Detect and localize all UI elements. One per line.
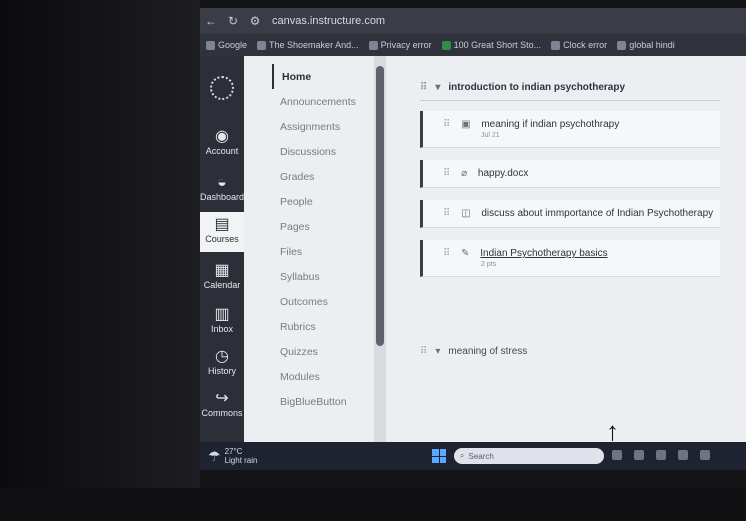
task-view-icon[interactable] (612, 450, 622, 460)
file-explorer-icon[interactable] (634, 450, 644, 460)
module-item-quiz[interactable]: ⠿ ✎ Indian Psychotherapy basics 2 pts (420, 240, 720, 277)
discussion-icon: ◫ (461, 208, 471, 219)
course-nav-modules[interactable]: Modules (272, 364, 390, 389)
module-item-assignment[interactable]: ⠿ ▣ meaning if indian psychothrapy Jul 2… (420, 111, 720, 148)
course-page: Home Announcements⊘ Assignments Discussi… (244, 56, 746, 442)
course-nav-quizzes[interactable]: Quizzes (272, 339, 390, 364)
taskbar-search-input[interactable]: ⌕ Search (454, 448, 604, 464)
module-item-discussion[interactable]: ⠿ ◫ discuss about immportance of Indian … (420, 200, 720, 228)
screen: ← ↻ ⚙ canvas.instructure.com Google The … (200, 8, 746, 470)
bookmark-icon (257, 40, 267, 50)
app-icon[interactable] (700, 450, 710, 460)
global-nav-history[interactable]: ◷ History (200, 348, 244, 376)
google-icon (206, 40, 215, 50)
collapse-triangle-icon[interactable]: ▾ (435, 82, 440, 93)
global-nav-courses[interactable]: ▤ Courses (200, 212, 244, 252)
store-icon[interactable] (656, 450, 666, 460)
module-header[interactable]: ⠿ ▾ meaning of stress (420, 346, 527, 357)
quiz-icon: ✎ (461, 248, 470, 259)
attachment-icon: ⌀ (461, 168, 468, 179)
global-nav-account[interactable]: ◉ Account (200, 128, 244, 156)
inbox-icon: ▥ (214, 306, 230, 323)
calendar-icon: ▦ (214, 262, 230, 279)
collapse-triangle-icon[interactable]: ▾ (435, 346, 440, 357)
global-nav-commons[interactable]: ↪ Commons (200, 390, 244, 418)
courses-icon: ▤ (214, 216, 230, 233)
bookmark-global-hindi[interactable]: global hindi (617, 40, 675, 50)
drag-handle-icon[interactable]: ⠿ (443, 248, 450, 259)
bookmark-clock-error[interactable]: Clock error (551, 40, 607, 50)
back-icon[interactable]: ← (200, 14, 222, 28)
course-nav-pages[interactable]: Pages (272, 214, 390, 239)
assignment-icon: ▣ (461, 119, 471, 130)
course-nav-scrollbar[interactable] (374, 56, 386, 442)
course-nav-outcomes[interactable]: Outcomes⊘ (272, 289, 390, 314)
course-nav-announcements[interactable]: Announcements⊘ (272, 89, 390, 114)
history-icon: ◷ (215, 348, 229, 365)
drag-handle-icon[interactable]: ⠿ (443, 208, 450, 219)
modules-list: ⠿ ▾ introduction to indian psychotherapy… (420, 74, 720, 277)
bookmark-icon (368, 40, 378, 50)
weather-widget[interactable]: ☂ 27°C Light rain (208, 447, 257, 465)
course-nav-assignments[interactable]: Assignments (272, 114, 390, 139)
canvas-logo-icon[interactable] (210, 76, 234, 100)
bookmark-shoemaker[interactable]: The Shoemaker And... (257, 40, 359, 50)
taskbar-apps (612, 450, 710, 460)
mouse-pointer-icon: ↑ (606, 416, 619, 446)
course-nav-syllabus[interactable]: Syllabus (272, 264, 390, 289)
course-nav-home[interactable]: Home (272, 64, 390, 89)
scroll-thumb[interactable] (376, 66, 384, 346)
search-icon: ⌕ (460, 451, 465, 460)
bookmark-privacy-error[interactable]: Privacy error (368, 40, 432, 50)
bookmark-icon (551, 40, 561, 50)
drag-handle-icon[interactable]: ⠿ (420, 82, 427, 93)
course-nav-files[interactable]: Files (272, 239, 390, 264)
drag-handle-icon[interactable]: ⠿ (420, 346, 427, 357)
account-icon: ◉ (215, 128, 229, 145)
browser-toolbar: ← ↻ ⚙ canvas.instructure.com (200, 8, 746, 34)
course-nav-discussions[interactable]: Discussions (272, 139, 390, 164)
course-nav-bigbluebutton[interactable]: BigBlueButton (272, 389, 390, 414)
windows-taskbar: ☂ 27°C Light rain ⌕ Search (200, 442, 746, 470)
rain-cloud-icon: ☂ (208, 447, 221, 464)
bookmark-icon (441, 40, 451, 50)
monitor-bezel-bottom (0, 488, 746, 521)
browser-icon[interactable] (678, 450, 688, 460)
course-nav: Home Announcements⊘ Assignments Discussi… (272, 64, 390, 414)
site-info-icon[interactable]: ⚙ (244, 14, 266, 28)
bookmark-google[interactable]: Google (206, 40, 247, 50)
reload-icon[interactable]: ↻ (222, 14, 244, 28)
global-nav: ◉ Account ◒ Dashboard ▤ Courses ▦ Calendar ▥… (200, 56, 244, 442)
course-nav-grades[interactable]: Grades (272, 164, 390, 189)
course-nav-people[interactable]: People (272, 189, 390, 214)
global-nav-calendar[interactable]: ▦ Calendar (200, 262, 244, 290)
global-nav-dashboard[interactable]: ◒ Dashboard (200, 174, 244, 202)
dashboard-icon: ◒ (217, 174, 227, 191)
drag-handle-icon[interactable]: ⠿ (443, 119, 450, 130)
bookmark-short-stories[interactable]: 100 Great Short Sto... (441, 40, 541, 50)
bookmark-icon (617, 40, 627, 50)
module-item-attachment[interactable]: ⠿ ⌀ happy.docx (420, 160, 720, 188)
address-bar[interactable]: canvas.instructure.com (272, 15, 385, 27)
course-nav-rubrics[interactable]: Rubrics (272, 314, 390, 339)
windows-start-icon[interactable] (432, 449, 446, 463)
commons-icon: ↪ (215, 390, 229, 407)
drag-handle-icon[interactable]: ⠿ (443, 168, 450, 179)
module-header[interactable]: ⠿ ▾ introduction to indian psychotherapy (420, 74, 720, 101)
bookmarks-bar: Google The Shoemaker And... Privacy erro… (200, 34, 746, 56)
global-nav-inbox[interactable]: ▥ Inbox (200, 306, 244, 334)
monitor-bezel (0, 0, 200, 521)
